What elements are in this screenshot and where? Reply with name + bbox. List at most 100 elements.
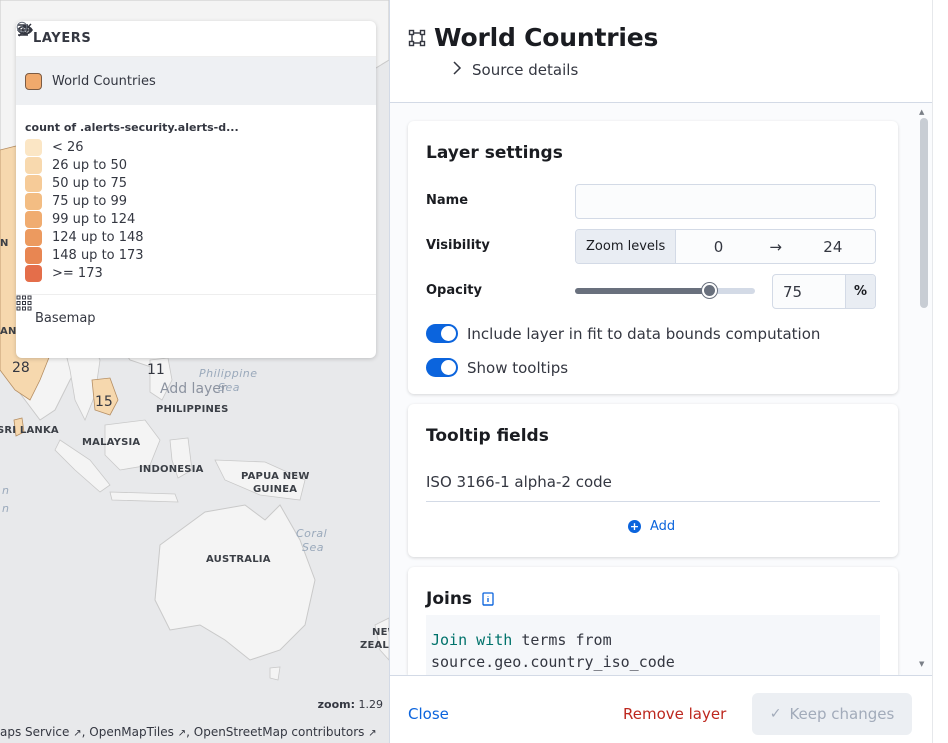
- legend-item: >= 173: [25, 264, 367, 282]
- map-label-indonesia: INDONESIA: [139, 464, 204, 475]
- join-keyword: Join: [431, 631, 468, 649]
- legend-item: < 26: [25, 138, 367, 156]
- keep-changes-label: Keep changes: [789, 705, 895, 723]
- sea-label-philippine-1: Philippine: [199, 367, 258, 380]
- layer-name-input[interactable]: [575, 184, 876, 219]
- map-canvas[interactable]: PHILIPPINES SRI LANKA MALAYSIA INDONESIA…: [0, 0, 389, 743]
- tooltips-switch-row: Show tooltips: [426, 358, 568, 377]
- map-label-edge-n: N: [0, 238, 9, 249]
- editor-title: World Countries: [408, 23, 658, 52]
- editor-header: World Countries Source details: [390, 0, 932, 103]
- map-label-papua-line1: PAPUA NEW: [241, 471, 310, 482]
- fit-bounds-switch-row: Include layer in fit to data bounds comp…: [426, 324, 820, 343]
- legend-item: 124 up to 148: [25, 228, 367, 246]
- legend-item-label: 124 up to 148: [52, 229, 144, 245]
- legend-color-chip: [25, 228, 42, 246]
- scroll-down-arrow[interactable]: ▼: [919, 660, 924, 668]
- fit-bounds-switch[interactable]: [426, 324, 458, 343]
- attribution-osm-link[interactable]: OpenStreetMap contributors: [194, 725, 365, 739]
- map-label-nz-line2: ZEALA: [360, 640, 389, 651]
- plus-circle-icon: +: [628, 520, 641, 533]
- right-edge-bar: [932, 0, 948, 743]
- layer-settings-card: Layer settings Name Visibility Zoom leve…: [408, 121, 898, 394]
- editor-title-text: World Countries: [434, 23, 659, 52]
- layers-panel-title: LAYERS: [33, 31, 92, 46]
- attribution-ems-link[interactable]: aps Service: [0, 725, 69, 739]
- map-label-australia: AUSTRALIA: [206, 554, 271, 565]
- close-button[interactable]: Close: [408, 705, 449, 723]
- eye-icon[interactable]: [17, 25, 338, 50]
- zoom-max-input[interactable]: 24: [791, 238, 875, 256]
- legend-items: < 26 26 up to 50 50 up to 75 75 up to 99 99 …: [25, 138, 367, 282]
- joins-header: Joins: [426, 589, 496, 609]
- tooltip-fields-title: Tooltip fields: [426, 426, 549, 446]
- source-details-toggle[interactable]: Source details: [452, 61, 578, 79]
- show-tooltips-label: Show tooltips: [467, 358, 569, 377]
- map-label-malaysia: MALAYSIA: [82, 437, 141, 448]
- add-tooltip-field-label: Add: [650, 519, 676, 534]
- zoom-value: 1.29: [358, 698, 384, 711]
- scroll-up-arrow[interactable]: ▲: [919, 108, 924, 116]
- join-expression-line2: source.geo.country_iso_code: [431, 653, 675, 671]
- with-keyword: with: [476, 631, 513, 649]
- layer-editor-panel: World Countries Source details Layer set…: [389, 0, 948, 743]
- legend-item-label: 99 up to 124: [52, 211, 136, 227]
- zoom-range-input: Zoom levels 0 → 24: [575, 229, 876, 264]
- documentation-icon[interactable]: [480, 591, 496, 607]
- show-tooltips-switch[interactable]: [426, 358, 458, 377]
- layer-legend: count of .alerts-security.alerts-d... < …: [16, 105, 376, 288]
- layer-item-world-countries[interactable]: World Countries: [16, 21, 376, 105]
- legend-color-chip: [25, 156, 42, 174]
- zoom-min-input[interactable]: 0: [676, 238, 760, 256]
- add-tooltip-field-button[interactable]: + Add: [628, 519, 675, 534]
- legend-item-label: 75 up to 99: [52, 193, 128, 209]
- vector-square-icon: [408, 29, 426, 47]
- external-link-icon: ↗: [73, 728, 82, 739]
- external-link-icon: ↗: [368, 728, 377, 739]
- map-label-philippines: PHILIPPINES: [156, 404, 229, 415]
- opacity-slider-fill: [575, 288, 710, 294]
- remove-layer-button[interactable]: Remove layer: [623, 705, 726, 723]
- opacity-slider-thumb[interactable]: [702, 283, 717, 298]
- source-details-label: Source details: [472, 61, 579, 79]
- attribution-openmaptiles-link[interactable]: OpenMapTiles: [89, 725, 174, 739]
- legend-item: 99 up to 124: [25, 210, 367, 228]
- map-attribution: aps Service ↗, OpenMapTiles ↗, OpenStree…: [0, 725, 377, 739]
- eye-closed-icon[interactable]: [17, 23, 310, 50]
- legend-item-label: 148 up to 173: [52, 247, 144, 263]
- collapse-right-icon[interactable]: [18, 24, 366, 50]
- editor-scrollbar-thumb[interactable]: [920, 118, 928, 308]
- legend-item-label: 50 up to 75: [52, 175, 128, 191]
- keep-changes-button[interactable]: ✓ Keep changes: [752, 693, 912, 735]
- legend-item: 50 up to 75: [25, 174, 367, 192]
- map-label-edge-an: AN: [0, 326, 17, 337]
- opacity-slider[interactable]: [575, 283, 755, 298]
- joins-card: Joins Join with terms from source.geo.co…: [408, 567, 898, 685]
- opacity-number-input[interactable]: 75 %: [772, 274, 876, 309]
- map-label-sri-lanka: SRI LANKA: [0, 425, 59, 436]
- chevron-right-icon: [452, 61, 462, 79]
- sea-label-coral-2: Sea: [302, 541, 324, 554]
- check-icon: ✓: [769, 706, 782, 722]
- legend-item: 148 up to 173: [25, 246, 367, 264]
- sea-label-indian-1: n: [2, 484, 10, 497]
- legend-item-label: < 26: [52, 139, 84, 155]
- tooltip-field-item[interactable]: ISO 3166-1 alpha-2 code: [426, 473, 880, 502]
- legend-title: count of .alerts-security.alerts-d...: [25, 121, 239, 134]
- legend-color-chip: [25, 264, 42, 282]
- map-count-15: 15: [95, 394, 113, 410]
- legend-color-chip: [25, 192, 42, 210]
- join-terms-text: terms from: [521, 631, 612, 649]
- join-expression-line1: Join with terms from: [431, 629, 875, 651]
- zoom-readout: zoom: 1.29: [318, 698, 383, 711]
- map-count-11: 11: [147, 362, 165, 378]
- map-count-28: 28: [12, 360, 30, 376]
- sea-label-indian-2: n: [2, 502, 10, 515]
- map-label-nz-line1: NEW: [372, 627, 389, 638]
- zoom-label: zoom:: [317, 698, 355, 711]
- opacity-label: Opacity: [426, 283, 482, 298]
- add-layer-ghost-text: Add layer: [160, 381, 227, 397]
- legend-color-chip: [25, 174, 42, 192]
- opacity-value[interactable]: 75: [773, 283, 845, 301]
- layer-item-basemap[interactable]: Basemap: [16, 294, 376, 342]
